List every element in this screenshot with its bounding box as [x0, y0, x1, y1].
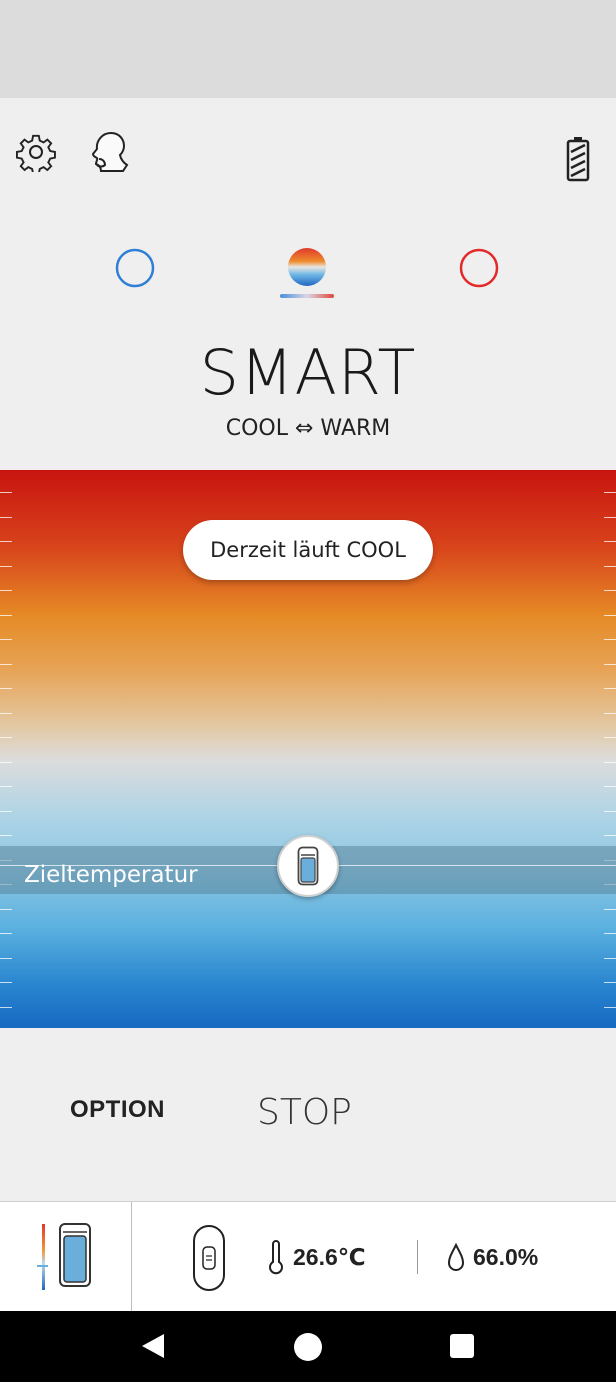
- scale-tick: [604, 933, 616, 934]
- scale-tick: [0, 835, 12, 836]
- device-level-button[interactable]: [36, 1222, 96, 1292]
- scale-tick: [604, 639, 616, 640]
- recent-apps-icon[interactable]: [450, 1334, 474, 1358]
- scale-tick: [604, 1006, 616, 1008]
- mode-warm-button[interactable]: [457, 246, 501, 290]
- humidity-drop-icon: [447, 1242, 465, 1271]
- sensor-device-icon: [193, 1225, 225, 1291]
- scale-tick: [0, 712, 12, 714]
- action-row: OPTION STOP: [0, 1028, 616, 1202]
- scale-tick: [604, 908, 616, 910]
- mode-smart-button[interactable]: [285, 245, 329, 289]
- scale-tick: [0, 761, 12, 763]
- system-navigation-bar: [0, 1311, 616, 1382]
- device-level-icon: [37, 1223, 91, 1290]
- back-icon[interactable]: [140, 1332, 166, 1360]
- scale-tick: [0, 663, 12, 665]
- device-icon: [297, 846, 319, 886]
- thermometer-icon: [269, 1240, 283, 1275]
- scale-tick: [604, 810, 616, 812]
- scale-tick: [0, 541, 12, 542]
- option-button[interactable]: OPTION: [70, 1096, 165, 1124]
- scale-tick: [604, 835, 616, 836]
- scale-tick: [604, 614, 616, 616]
- target-temperature-label: Zieltemperatur: [24, 862, 198, 888]
- scale-tick: [0, 1006, 12, 1008]
- profile-button[interactable]: [84, 126, 134, 178]
- running-status-badge: Derzeit läuft COOL: [183, 520, 433, 580]
- scale-tick: [604, 957, 616, 959]
- scale-tick: [0, 565, 12, 567]
- home-icon[interactable]: [294, 1333, 322, 1361]
- left-scale-ticks: [0, 470, 14, 1028]
- head-profile-icon: [91, 131, 129, 172]
- scale-tick: [0, 957, 12, 959]
- scale-tick: [604, 492, 616, 493]
- scale-tick: [604, 590, 616, 591]
- cool-mode-circle-icon: [115, 248, 155, 288]
- scale-tick: [0, 688, 12, 689]
- selected-mode-indicator: [280, 294, 334, 298]
- top-bar: [0, 98, 616, 208]
- temperature-slider-panel[interactable]: Derzeit läuft COOL Zieltemperatur: [0, 470, 616, 1028]
- scale-tick: [604, 712, 616, 714]
- scale-tick: [604, 516, 616, 518]
- scale-tick: [0, 639, 12, 640]
- gear-icon: [16, 134, 56, 172]
- scale-tick: [604, 688, 616, 689]
- scale-tick: [0, 590, 12, 591]
- scale-tick: [604, 541, 616, 542]
- battery-icon: [566, 137, 590, 182]
- scale-tick: [604, 663, 616, 665]
- settings-button[interactable]: [12, 128, 60, 176]
- scale-tick: [0, 492, 12, 493]
- scale-tick: [0, 810, 12, 812]
- device-info-bar: 26.6℃ 66.0%: [0, 1201, 616, 1312]
- smart-mode-gradient-icon: [288, 248, 326, 286]
- scale-tick: [604, 982, 616, 983]
- scale-tick: [0, 737, 12, 738]
- info-divider: [131, 1202, 132, 1312]
- scale-tick: [0, 516, 12, 518]
- scale-tick: [604, 786, 616, 787]
- status-bar: [0, 0, 616, 98]
- right-scale-ticks: [602, 470, 616, 1028]
- info-mini-divider: [417, 1240, 418, 1274]
- mode-cool-button[interactable]: [113, 246, 157, 290]
- humidity-value: 66.0%: [473, 1244, 539, 1270]
- mode-subtitle: COOL ⇔ WARM: [225, 416, 391, 441]
- target-temperature-handle[interactable]: [277, 835, 339, 897]
- scale-tick: [604, 565, 616, 567]
- stop-button[interactable]: STOP: [257, 1092, 352, 1133]
- scale-tick: [0, 614, 12, 616]
- scale-tick: [604, 761, 616, 763]
- scale-tick: [0, 908, 12, 910]
- scale-tick: [0, 982, 12, 983]
- scale-tick: [604, 737, 616, 738]
- scale-tick: [0, 933, 12, 934]
- temperature-value: 26.6℃: [293, 1244, 366, 1270]
- mode-selector: [0, 240, 616, 310]
- scale-tick: [0, 786, 12, 787]
- battery-status[interactable]: [558, 134, 598, 184]
- mode-title: SMART: [199, 336, 417, 409]
- warm-mode-circle-icon: [459, 248, 499, 288]
- sensor-button[interactable]: [192, 1224, 226, 1292]
